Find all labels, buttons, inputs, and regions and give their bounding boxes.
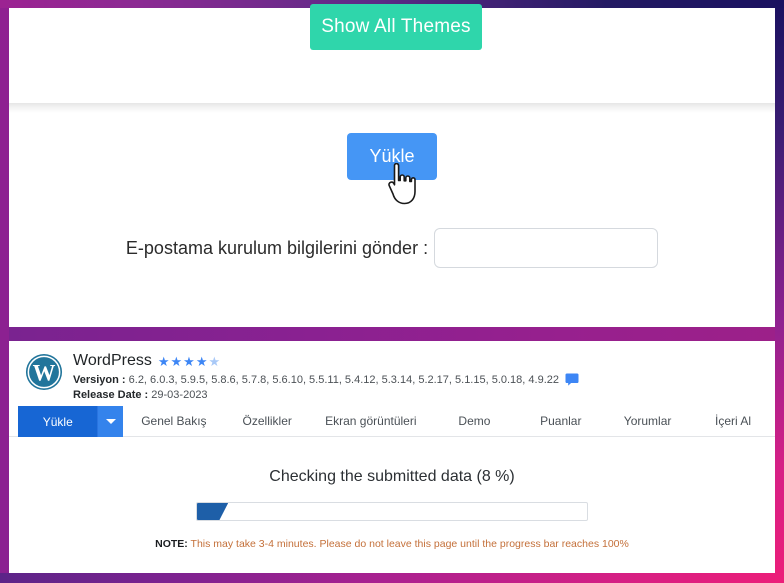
progress-note: NOTE: This may take 3-4 minutes. Please … (9, 538, 775, 550)
yukle-install-button[interactable]: Yükle (347, 133, 437, 180)
progress-bar (196, 502, 588, 521)
svg-text:W: W (33, 361, 56, 386)
show-all-themes-button[interactable]: Show All Themes (310, 4, 482, 50)
progress-area: Checking the submitted data (8 %) NOTE: … (9, 437, 775, 550)
product-version-row: Versiyon : 6.2, 6.0.3, 5.9.5, 5.8.6, 5.7… (73, 373, 579, 386)
top-panel: Show All Themes Yükle E-postama kurulum … (9, 4, 775, 327)
rating-stars: ★ ★ ★ ★ ★ (158, 355, 220, 368)
wordpress-logo-icon: W (25, 353, 63, 391)
tab-yukle-dropdown[interactable] (97, 406, 124, 437)
product-title-row: WordPress ★ ★ ★ ★ ★ (73, 352, 579, 370)
email-label: E-postama kurulum bilgilerini gönder : (125, 237, 429, 258)
yukle-button-wrap: Yükle (9, 133, 775, 180)
tab-genel-bakis[interactable]: Genel Bakış (123, 406, 224, 436)
tab-ozellikler[interactable]: Özellikler (224, 406, 310, 436)
panel-separator-band (9, 327, 775, 341)
star-icon: ★ (157, 353, 170, 369)
product-name: WordPress (73, 352, 152, 369)
version-prefix: Versiyon : (73, 373, 126, 386)
star-icon: ★ (183, 353, 195, 369)
tab-bar: Yükle Genel Bakış Özellikler Ekran görün… (9, 406, 775, 437)
tab-demo[interactable]: Demo (432, 406, 518, 436)
version-line: Versiyon : 6.2, 6.0.3, 5.9.5, 5.8.6, 5.7… (73, 374, 559, 386)
chevron-down-icon (105, 419, 116, 424)
star-icon: ★ (195, 353, 208, 369)
install-section: Yükle E-postama kurulum bilgilerini gönd… (9, 113, 775, 327)
progress-note-text: This may take 3-4 minutes. Please do not… (187, 538, 629, 550)
tab-yukle-label[interactable]: Yükle (18, 406, 98, 437)
version-list: 6.2, 6.0.3, 5.9.5, 5.8.6, 5.7.8, 5.6.10,… (128, 373, 559, 386)
star-icon: ★ (170, 353, 183, 369)
themes-row: Show All Themes (9, 4, 775, 103)
release-date: 29-03-2023 (151, 389, 208, 401)
panel-divider (9, 103, 775, 113)
tab-ekran-goruntuleri[interactable]: Ekran görüntüleri (310, 406, 431, 436)
browser-frame: Show All Themes Yükle E-postama kurulum … (0, 0, 784, 583)
tab-yorumlar[interactable]: Yorumlar (604, 406, 691, 436)
tab-iceri-al[interactable]: İçeri Al (691, 406, 775, 436)
progress-note-label: NOTE: (155, 538, 188, 550)
tab-yukle[interactable]: Yükle (18, 406, 124, 437)
progress-title: Checking the submitted data (8 %) (269, 468, 515, 485)
comment-bubble-icon[interactable] (565, 373, 579, 386)
email-input[interactable] (434, 228, 659, 268)
email-row: E-postama kurulum bilgilerini gönder : (9, 228, 775, 268)
progress-bar-fill (197, 503, 229, 520)
product-release-row: Release Date : 29-03-2023 (73, 389, 579, 401)
release-prefix: Release Date : (73, 389, 149, 401)
product-info: WordPress ★ ★ ★ ★ ★ Versiyon : 6.2, 6.0.… (73, 350, 579, 401)
product-header: W WordPress ★ ★ ★ ★ ★ Versiyon : 6.2, 6.… (9, 341, 775, 406)
star-half-icon: ★ (208, 353, 221, 369)
bottom-panel: W WordPress ★ ★ ★ ★ ★ Versiyon : 6.2, 6.… (9, 341, 775, 573)
tab-puanlar[interactable]: Puanlar (517, 406, 604, 436)
